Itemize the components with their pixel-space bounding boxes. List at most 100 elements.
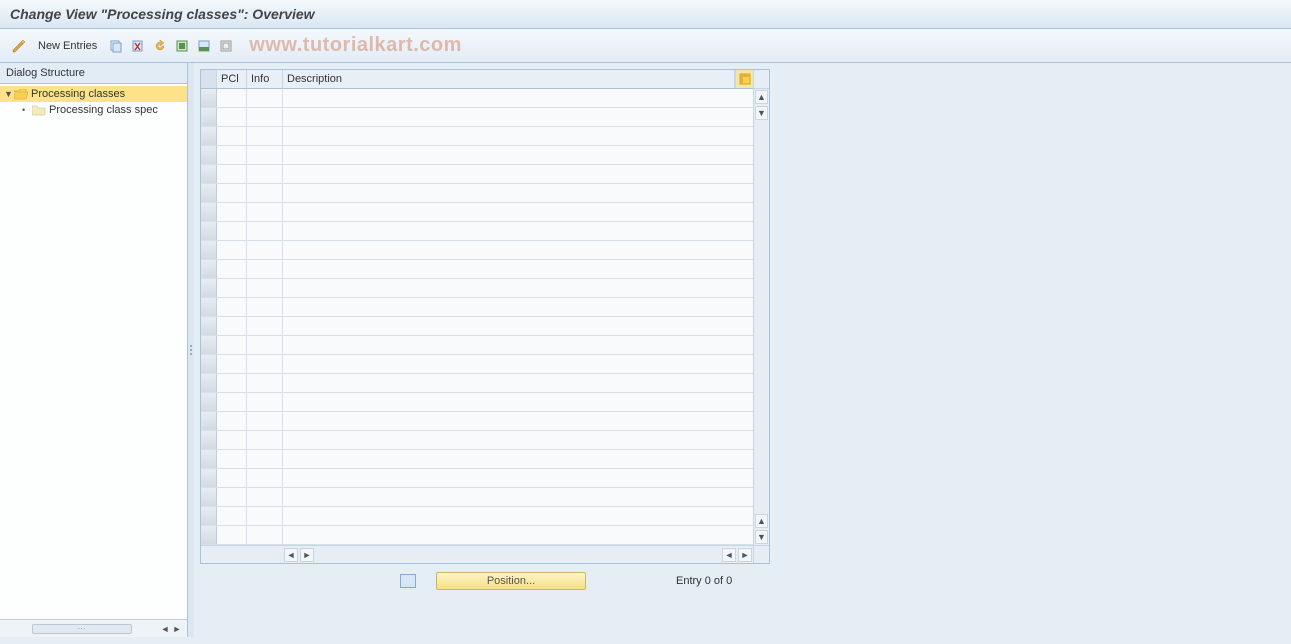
table-row[interactable] [201,393,753,412]
cell-pcl[interactable] [217,127,247,145]
delete-icon[interactable] [129,37,147,55]
cell-description[interactable] [283,317,753,335]
table-row[interactable] [201,469,753,488]
cell-description[interactable] [283,412,753,430]
cell-description[interactable] [283,507,753,525]
deselect-all-icon[interactable] [217,37,235,55]
cell-description[interactable] [283,526,753,544]
row-selector[interactable] [201,431,217,449]
grid-vscroll[interactable]: ▲ ▼ ▲ ▼ [753,70,769,563]
cell-description[interactable] [283,336,753,354]
cell-description[interactable] [283,469,753,487]
cell-pcl[interactable] [217,488,247,506]
cell-description[interactable] [283,355,753,373]
row-selector[interactable] [201,450,217,468]
table-row[interactable] [201,355,753,374]
cell-pcl[interactable] [217,336,247,354]
table-row[interactable] [201,241,753,260]
table-row[interactable] [201,488,753,507]
select-all-icon[interactable] [173,37,191,55]
table-row[interactable] [201,450,753,469]
table-row[interactable] [201,260,753,279]
cell-pcl[interactable] [217,450,247,468]
cell-info[interactable] [247,412,283,430]
cell-pcl[interactable] [217,260,247,278]
cell-description[interactable] [283,450,753,468]
position-icon[interactable] [400,574,416,588]
table-row[interactable] [201,526,753,545]
row-selector[interactable] [201,89,217,107]
vscroll-up-end-icon[interactable]: ▲ [755,514,768,528]
scroll-left-icon[interactable]: ◄ [159,623,171,635]
cell-description[interactable] [283,184,753,202]
row-selector-header[interactable] [201,70,217,88]
cell-info[interactable] [247,241,283,259]
cell-pcl[interactable] [217,203,247,221]
cell-description[interactable] [283,298,753,316]
tree-item-processing-class-spec[interactable]: • Processing class spec [0,102,187,118]
cell-description[interactable] [283,374,753,392]
row-selector[interactable] [201,127,217,145]
table-row[interactable] [201,146,753,165]
cell-info[interactable] [247,317,283,335]
cell-info[interactable] [247,165,283,183]
cell-description[interactable] [283,488,753,506]
cell-pcl[interactable] [217,374,247,392]
cell-pcl[interactable] [217,222,247,240]
table-row[interactable] [201,222,753,241]
table-row[interactable] [201,431,753,450]
row-selector[interactable] [201,279,217,297]
cell-info[interactable] [247,298,283,316]
cell-pcl[interactable] [217,355,247,373]
cell-description[interactable] [283,431,753,449]
cell-pcl[interactable] [217,108,247,126]
table-row[interactable] [201,279,753,298]
cell-info[interactable] [247,355,283,373]
cell-info[interactable] [247,469,283,487]
row-selector[interactable] [201,203,217,221]
row-selector[interactable] [201,146,217,164]
cell-pcl[interactable] [217,89,247,107]
cell-info[interactable] [247,488,283,506]
position-button[interactable]: Position... [436,572,586,590]
tree-expand-icon[interactable]: ▼ [4,89,14,99]
table-row[interactable] [201,89,753,108]
column-header-pcl[interactable]: PCl [217,70,247,88]
cell-description[interactable] [283,393,753,411]
cell-info[interactable] [247,507,283,525]
cell-pcl[interactable] [217,165,247,183]
table-row[interactable] [201,184,753,203]
row-selector[interactable] [201,393,217,411]
row-selector[interactable] [201,526,217,544]
column-header-info[interactable]: Info [247,70,283,88]
cell-pcl[interactable] [217,507,247,525]
tree-item-processing-classes[interactable]: ▼ Processing classes [0,86,187,102]
row-selector[interactable] [201,374,217,392]
new-entries-button[interactable]: New Entries [32,38,103,54]
cell-description[interactable] [283,241,753,259]
cell-description[interactable] [283,108,753,126]
row-selector[interactable] [201,412,217,430]
table-row[interactable] [201,336,753,355]
column-header-description[interactable]: Description [283,70,735,88]
row-selector[interactable] [201,298,217,316]
hscroll-left-icon[interactable]: ◄ [284,548,298,562]
row-selector[interactable] [201,108,217,126]
table-row[interactable] [201,203,753,222]
cell-pcl[interactable] [217,431,247,449]
cell-pcl[interactable] [217,469,247,487]
cell-info[interactable] [247,260,283,278]
vscroll-down-step-icon[interactable]: ▼ [755,106,768,120]
table-row[interactable] [201,412,753,431]
cell-pcl[interactable] [217,317,247,335]
select-block-icon[interactable] [195,37,213,55]
table-row[interactable] [201,127,753,146]
hscroll-right-icon[interactable]: ► [738,548,752,562]
row-selector[interactable] [201,222,217,240]
row-selector[interactable] [201,260,217,278]
cell-pcl[interactable] [217,279,247,297]
row-selector[interactable] [201,488,217,506]
cell-pcl[interactable] [217,393,247,411]
cell-pcl[interactable] [217,298,247,316]
table-row[interactable] [201,165,753,184]
